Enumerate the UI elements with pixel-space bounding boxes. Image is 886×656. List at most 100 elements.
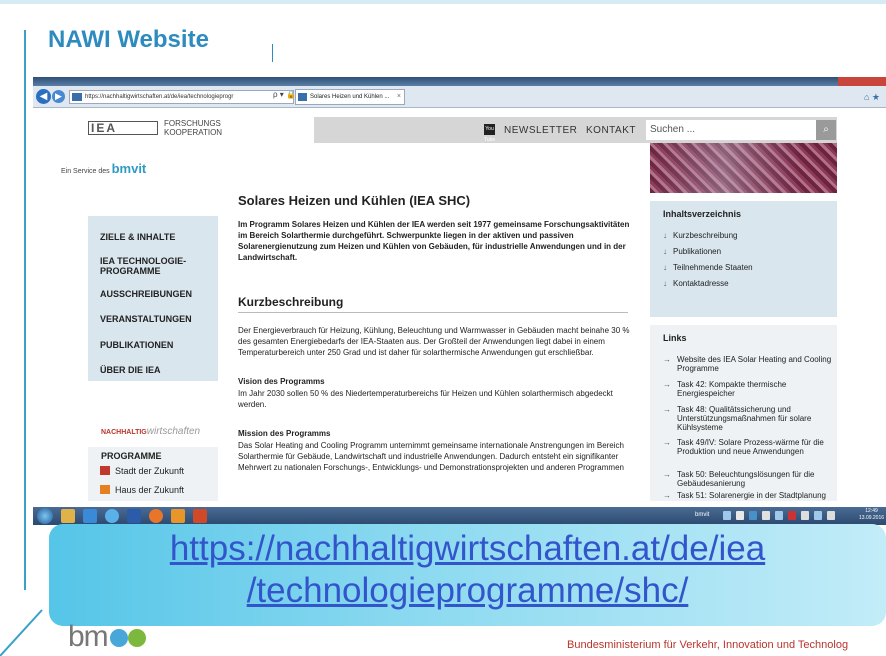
section-text: Der Energieverbrauch für Heizung, Kühlun… <box>238 326 630 357</box>
sidebar-item-ueber-iea[interactable]: ÜBER DIE IEA <box>100 365 215 375</box>
link-item-label: Task 51: Solarenergie in der Stadtplanun… <box>677 491 826 500</box>
down-arrow-icon: ↓ <box>663 247 667 256</box>
bm-dot-blue <box>109 629 128 647</box>
address-text: https://nachhaltigwirtschaften.at/de/iea… <box>85 94 234 100</box>
intro-text: Im Programm Solares Heizen und Kühlen de… <box>238 220 630 262</box>
right-arrow-icon: → <box>663 470 671 479</box>
programme-item-stadt[interactable]: Stadt der Zukunft <box>100 466 184 476</box>
outlook-icon[interactable] <box>171 509 185 523</box>
tray-icon[interactable] <box>762 511 770 520</box>
window-titlebar <box>33 77 886 86</box>
right-arrow-icon: → <box>663 438 671 447</box>
newsletter-link[interactable]: NEWSLETTER <box>504 125 577 136</box>
main-content: Solares Heizen und Kühlen (IEA SHC) Im P… <box>238 193 633 501</box>
bmvit-logo[interactable]: bmvit <box>112 161 147 176</box>
programme-item-haus[interactable]: Haus der Zukunft <box>100 485 184 495</box>
programme-item-label: Haus der Zukunft <box>115 485 185 495</box>
sidebar-item-ausschreibungen[interactable]: AUSSCHREIBUNGEN <box>100 289 215 299</box>
website-url-link[interactable]: https://nachhaltigwirtschaften.at/de/iea… <box>49 528 886 612</box>
volume-icon[interactable] <box>827 511 835 520</box>
sidebar-item-technologieprogramme[interactable]: IEA TECHNOLOGIE-PROGRAMME <box>100 256 200 276</box>
forward-arrow-icon[interactable]: ▶ <box>52 90 65 103</box>
logo-line1: FORSCHUNGS <box>164 119 221 128</box>
search-input[interactable]: Suchen ... <box>646 120 816 140</box>
back-arrow-icon[interactable]: ◀ <box>36 89 51 104</box>
toc-item[interactable]: ↓ Kontaktadresse <box>663 279 729 288</box>
logo-text: FORSCHUNGS KOOPERATION <box>164 119 222 137</box>
bm-text: bm <box>68 620 109 653</box>
explorer-icon[interactable] <box>61 509 75 523</box>
right-arrow-icon: → <box>663 355 671 364</box>
youtube-icon[interactable]: You Tube <box>484 124 495 143</box>
service-note: Ein Service des bmvit <box>61 161 146 176</box>
tray-icon[interactable] <box>723 511 731 520</box>
app-icon[interactable] <box>83 509 97 523</box>
link-item-label: Task 42: Kompakte thermische Energiespei… <box>677 380 787 398</box>
browser-toolbar: ◀ ▶ https://nachhaltigwirtschaften.at/de… <box>33 86 886 108</box>
tray-icon[interactable] <box>788 511 796 520</box>
browser-tab[interactable]: Solares Heizen und Kühlen ... × <box>295 89 405 105</box>
home-star-icons[interactable]: ⌂ ★ <box>864 92 880 103</box>
vision-title: Vision des Programms <box>238 377 325 386</box>
site-favicon-icon <box>72 93 82 101</box>
taskbar-clock[interactable]: 12:49 13.09.2016 <box>859 508 884 522</box>
tray-icon[interactable] <box>736 511 744 520</box>
slide-left-rule <box>24 30 26 590</box>
tab-title: Solares Heizen und Kühlen ... <box>310 94 390 100</box>
down-arrow-icon: ↓ <box>663 231 667 240</box>
building-icon <box>100 466 110 475</box>
link-item[interactable]: → Task 42: Kompakte thermische Energiespe… <box>663 380 835 398</box>
tray-icon[interactable] <box>814 511 822 520</box>
start-button-icon[interactable] <box>37 508 53 524</box>
programme-heading: PROGRAMME <box>101 451 162 461</box>
sidebar-item-veranstaltungen[interactable]: VERANSTALTUNGEN <box>100 314 215 324</box>
mission-text: Das Solar Heating and Cooling Programm u… <box>238 441 624 472</box>
iea-logo-mark: IEA <box>88 121 158 135</box>
slide-title: NAWI Website <box>48 26 209 53</box>
sidebar-nav: ZIELE & INHALTE IEA TECHNOLOGIE-PROGRAMM… <box>88 216 218 381</box>
bm-dot-green <box>127 629 146 647</box>
sidebar-item-publikationen[interactable]: PUBLIKATIONEN <box>100 340 215 350</box>
toc-item-label: Kurzbeschreibung <box>673 231 738 240</box>
tray-icon[interactable] <box>801 511 809 520</box>
toc-item[interactable]: ↓ Publikationen <box>663 247 721 256</box>
close-tab-icon[interactable]: × <box>397 90 401 104</box>
url-line2: /technologieprogramme/shc/ <box>246 571 689 610</box>
link-item[interactable]: → Task 48: Qualitätssicherung und Unterst… <box>663 405 835 432</box>
tray-icon[interactable] <box>775 511 783 520</box>
right-arrow-icon: → <box>663 491 671 500</box>
ie-icon[interactable] <box>105 509 119 523</box>
logo-line2: KOOPERATION <box>164 128 223 137</box>
toc-item[interactable]: ↓ Teilnehmende Staaten <box>663 263 753 272</box>
programme-item-label: Stadt der Zukunft <box>115 466 185 476</box>
link-item-label: Website des IEA Solar Heating and Coolin… <box>677 355 832 373</box>
browser-screenshot: ◀ ▶ https://nachhaltigwirtschaften.at/de… <box>33 77 886 525</box>
sidebar-item-ziele[interactable]: ZIELE & INHALTE <box>100 232 215 242</box>
url-line1: https://nachhaltigwirtschaften.at/de/iea <box>169 529 766 568</box>
toc-heading: Inhaltsverzeichnis <box>663 209 742 219</box>
mission-title: Mission des Programms <box>238 429 331 438</box>
link-item[interactable]: → Website des IEA Solar Heating and Cooli… <box>663 355 835 373</box>
link-item[interactable]: → Task 50: Beleuchtungslösungen für die G… <box>663 470 835 488</box>
firefox-icon[interactable] <box>149 509 163 523</box>
nachhaltig-italic: wirtschaften <box>146 426 201 437</box>
down-arrow-icon: ↓ <box>663 263 667 272</box>
header-bar: You Tube NEWSLETTER KONTAKT Suchen ... ⌕ <box>314 117 837 143</box>
url-callout: https://nachhaltigwirtschaften.at/de/iea… <box>49 524 886 626</box>
house-icon <box>100 485 110 494</box>
word-icon[interactable] <box>127 509 141 523</box>
links-box: Links → Website des IEA Solar Heating and… <box>650 325 837 501</box>
window-controls[interactable] <box>838 77 886 86</box>
service-prefix: Ein Service des <box>61 168 110 175</box>
link-item[interactable]: → Task 51: Solarenergie in der Stadtplanu… <box>663 491 835 500</box>
toc-item[interactable]: ↓ Kurzbeschreibung <box>663 231 737 240</box>
kontakt-link[interactable]: KONTAKT <box>586 125 636 136</box>
nachhaltig-wirtschaften-logo[interactable]: NACHHALTIGwirtschaften <box>88 392 218 452</box>
address-bar[interactable]: https://nachhaltigwirtschaften.at/de/iea… <box>69 90 294 104</box>
toc-item-label: Kontaktadresse <box>673 279 729 288</box>
tray-icon[interactable] <box>749 511 757 520</box>
search-icon[interactable]: ⌕ <box>816 120 836 140</box>
powerpoint-icon[interactable] <box>193 509 207 523</box>
toc-item-label: Teilnehmende Staaten <box>673 263 753 272</box>
link-item[interactable]: → Task 49/IV: Solare Prozess-wärme für di… <box>663 438 835 456</box>
